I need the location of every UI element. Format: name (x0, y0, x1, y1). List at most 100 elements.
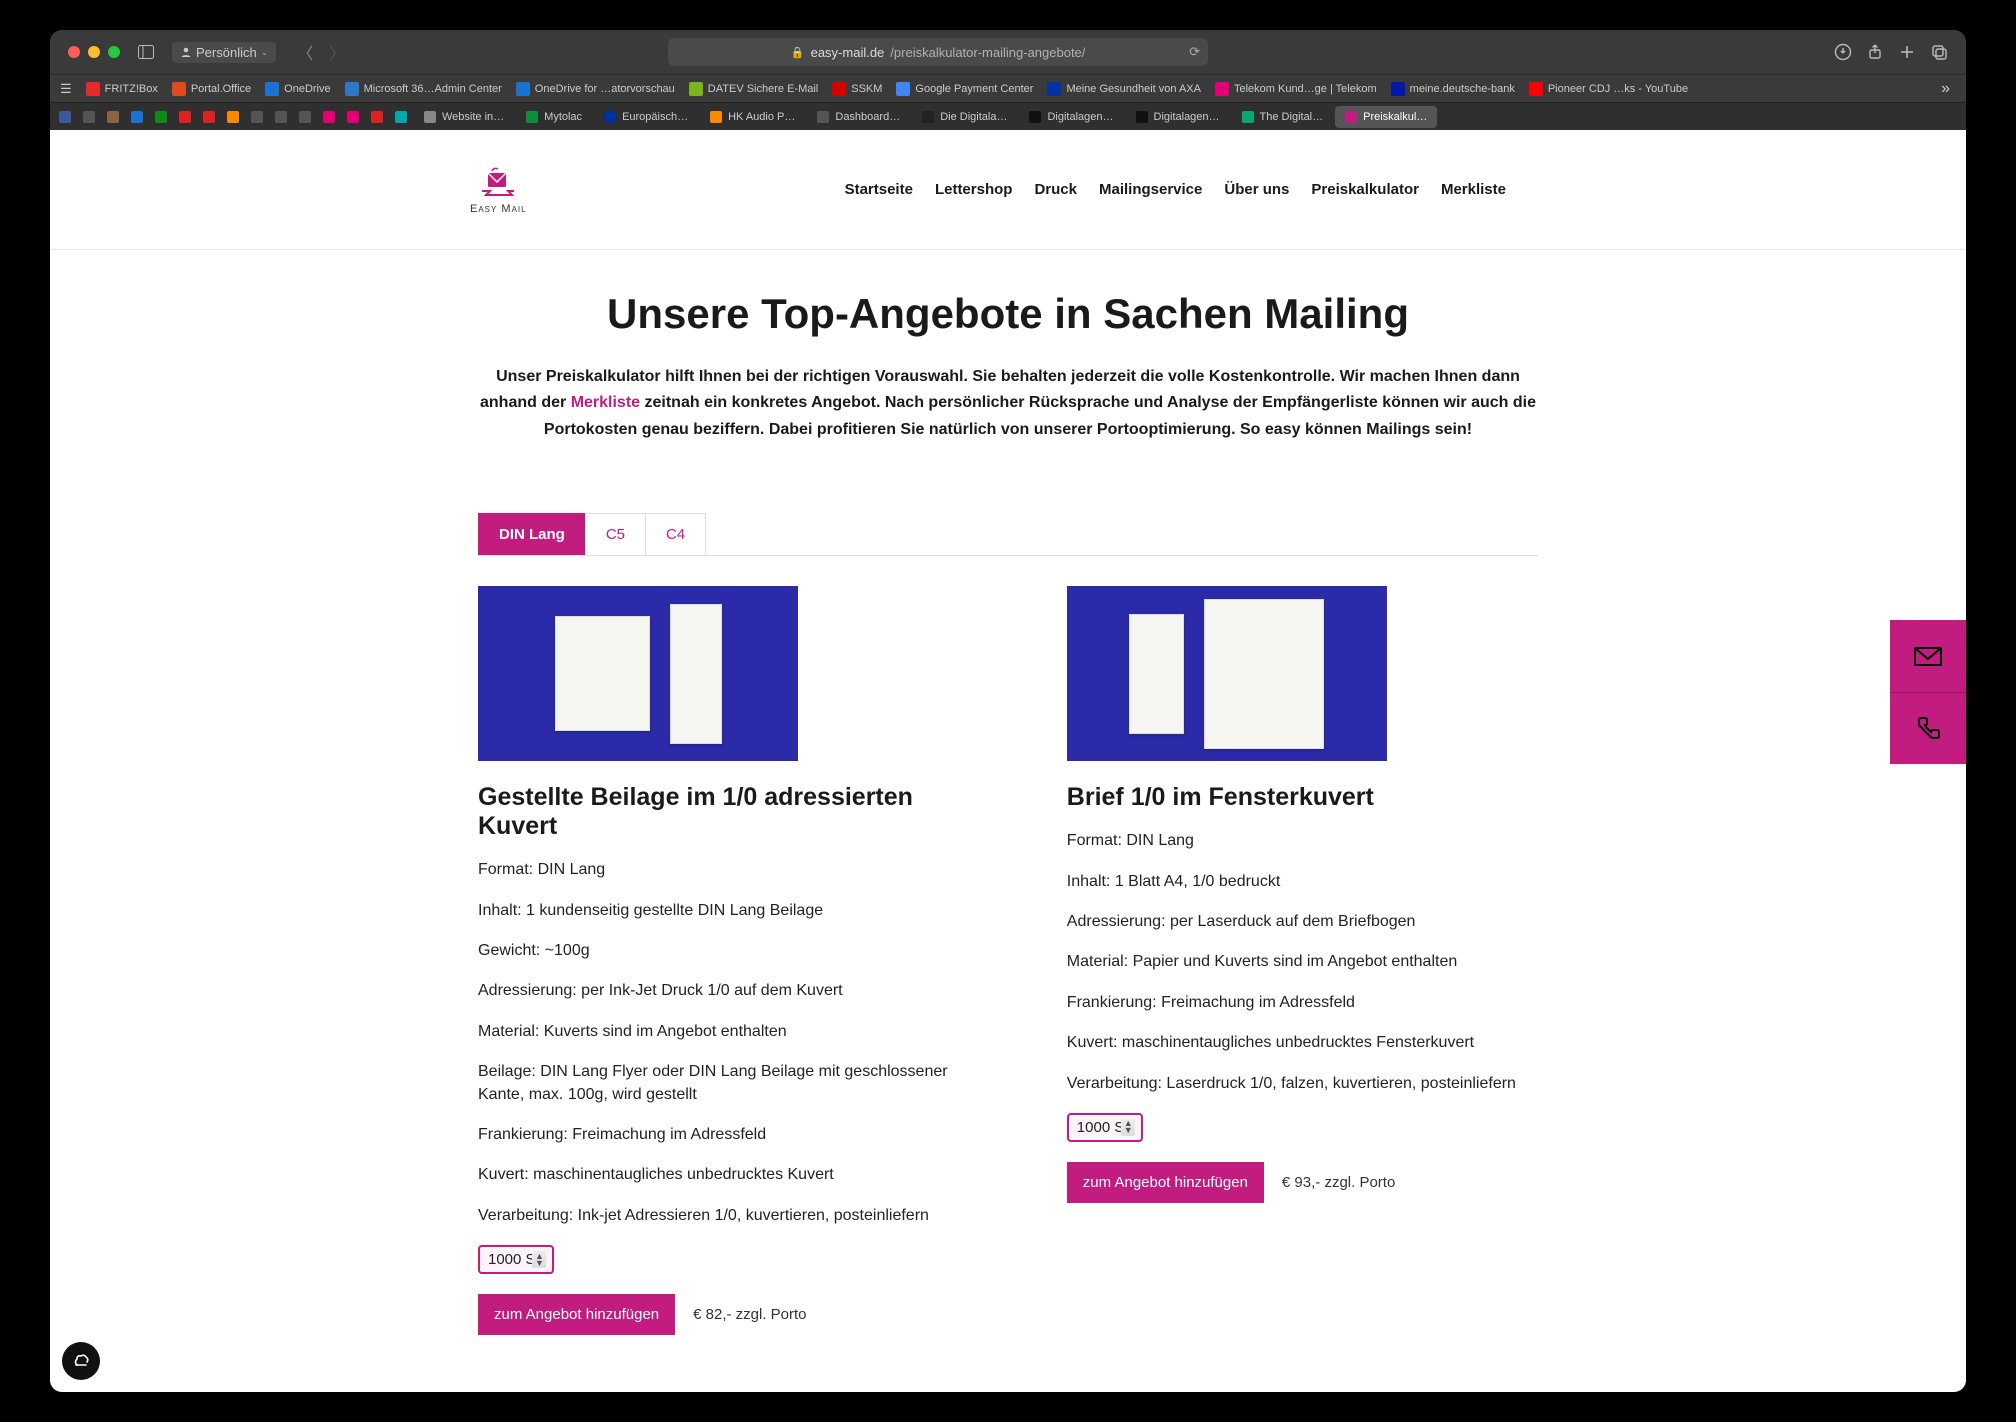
nav-link[interactable]: Lettershop (935, 181, 1013, 198)
favorite-label: Google Payment Center (915, 83, 1033, 95)
favorite-label: DATEV Sichere E-Mail (708, 83, 818, 95)
browser-tab[interactable]: Die Digitala… (912, 106, 1017, 128)
format-tab[interactable]: C5 (585, 513, 646, 555)
pinned-tab[interactable] (150, 107, 172, 127)
tab-label: Preiskalkul… (1363, 111, 1427, 123)
browser-tab[interactable]: Mytolac (516, 106, 592, 128)
pinned-tab[interactable] (270, 107, 292, 127)
browser-tab[interactable]: Website in… (414, 106, 514, 128)
merkliste-link[interactable]: Merkliste (571, 394, 640, 411)
pinned-tab[interactable] (294, 107, 316, 127)
intro-part: Unser (496, 368, 546, 385)
pinned-tab[interactable] (222, 107, 244, 127)
page: Easy Mail Startseite Lettershop Druck Maili… (50, 130, 1966, 1392)
nav-link[interactable]: Druck (1034, 181, 1077, 198)
nav-link[interactable]: Mailingservice (1099, 181, 1202, 198)
logo-text: Easy Mail (470, 203, 527, 215)
url-bar[interactable]: 🔒 easy-mail.de/preiskalkulator-mailing-a… (668, 38, 1208, 66)
favorite-item[interactable]: SSKM (832, 82, 882, 96)
favorite-item[interactable]: Pioneer CDJ …ks - YouTube (1529, 82, 1688, 96)
product-image (478, 586, 798, 761)
contact-phone-button[interactable] (1890, 692, 1966, 764)
browser-tab[interactable]: Dashboard… (807, 106, 910, 128)
product-spec: Beilage: DIN Lang Flyer oder DIN Lang Be… (478, 1061, 987, 1106)
stepper-icon: ▲▼ (1124, 1120, 1133, 1134)
tab-label: Dashboard… (835, 111, 900, 123)
format-tab[interactable]: C4 (645, 513, 706, 555)
reload-icon[interactable]: ⟳ (1189, 44, 1200, 60)
profile-button[interactable]: Persönlich ⌄ (172, 42, 276, 63)
favorites-overflow[interactable]: » (1935, 80, 1956, 98)
add-to-offer-button[interactable]: zum Angebot hinzufügen (478, 1294, 675, 1335)
tab-label: The Digital… (1260, 111, 1324, 123)
cookie-settings-button[interactable] (62, 1342, 100, 1380)
close-window[interactable] (68, 46, 80, 58)
favorite-item[interactable]: FRITZ!Box (86, 82, 158, 96)
site-logo[interactable]: Easy Mail (470, 165, 527, 215)
favorite-item[interactable]: Google Payment Center (896, 82, 1033, 96)
favorite-label: Microsoft 36…Admin Center (364, 83, 502, 95)
pinned-tab[interactable] (54, 107, 76, 127)
pinned-tab[interactable] (102, 107, 124, 127)
browser-tab[interactable]: Europäisch… (594, 106, 698, 128)
window-controls (68, 46, 120, 58)
side-contact (1890, 620, 1966, 764)
browser-tab[interactable]: The Digital… (1232, 106, 1334, 128)
pinned-tab[interactable] (174, 107, 196, 127)
favorite-item[interactable]: OneDrive for …atorvorschau (516, 82, 675, 96)
sidebar-toggle-icon[interactable] (130, 42, 162, 62)
tab-label: HK Audio P… (728, 111, 795, 123)
pinned-tab[interactable] (246, 107, 268, 127)
contact-email-button[interactable] (1890, 620, 1966, 692)
favorites-menu-icon[interactable]: ☰ (60, 81, 72, 97)
browser-tab[interactable]: Digitalagen… (1126, 106, 1230, 128)
browser-tab[interactable]: Digitalagen… (1019, 106, 1123, 128)
share-icon[interactable] (1866, 43, 1884, 61)
favorite-item[interactable]: Telekom Kund…ge | Telekom (1215, 82, 1377, 96)
downloads-icon[interactable] (1834, 43, 1852, 61)
product-spec: Adressierung: per Ink-Jet Druck 1/0 auf … (478, 980, 987, 1002)
browser-tab[interactable]: HK Audio P… (700, 106, 805, 128)
pinned-tab[interactable] (198, 107, 220, 127)
browser-tab[interactable]: Preiskalkul… (1335, 106, 1437, 128)
favorite-label: OneDrive (284, 83, 330, 95)
favorite-item[interactable]: DATEV Sichere E-Mail (689, 82, 818, 96)
tab-label: Europäisch… (622, 111, 688, 123)
favorite-label: Telekom Kund…ge | Telekom (1234, 83, 1377, 95)
nav-link[interactable]: Preiskalkulator (1311, 181, 1419, 198)
favorite-label: meine.deutsche-bank (1410, 83, 1515, 95)
favorite-item[interactable]: Portal.Office (172, 82, 251, 96)
nav-link[interactable]: Über uns (1224, 181, 1289, 198)
minimize-window[interactable] (88, 46, 100, 58)
favorite-label: Meine Gesundheit von AXA (1066, 83, 1201, 95)
tab-label: Die Digitala… (940, 111, 1007, 123)
new-tab-icon[interactable] (1898, 43, 1916, 61)
favorite-item[interactable]: meine.deutsche-bank (1391, 82, 1515, 96)
action-row: zum Angebot hinzufügen € 93,- zzgl. Porto (1067, 1162, 1576, 1203)
product-spec: Gewicht: ~100g (478, 940, 987, 962)
product-spec: Adressierung: per Laserduck auf dem Brie… (1067, 911, 1576, 933)
nav-link[interactable]: Merkliste (1441, 181, 1506, 198)
favorite-item[interactable]: OneDrive (265, 82, 330, 96)
quantity-select[interactable]: 1000 St.▲▼ (1067, 1113, 1143, 1142)
pinned-tab[interactable] (318, 107, 340, 127)
product-spec: Format: DIN Lang (1067, 830, 1576, 852)
product-price: € 93,- zzgl. Porto (1282, 1174, 1395, 1191)
favorite-item[interactable]: Microsoft 36…Admin Center (345, 82, 502, 96)
favorite-item[interactable]: Meine Gesundheit von AXA (1047, 82, 1201, 96)
pinned-tab[interactable] (390, 107, 412, 127)
add-to-offer-button[interactable]: zum Angebot hinzufügen (1067, 1162, 1264, 1203)
format-tab[interactable]: DIN Lang (478, 513, 586, 555)
nav-link[interactable]: Startseite (845, 181, 913, 198)
pinned-tab[interactable] (342, 107, 364, 127)
pinned-tab[interactable] (78, 107, 100, 127)
tabs-overview-icon[interactable] (1930, 43, 1948, 61)
product-spec: Verarbeitung: Ink-jet Adressieren 1/0, k… (478, 1205, 987, 1227)
quantity-select[interactable]: 1000 St.▲▼ (478, 1245, 554, 1274)
maximize-window[interactable] (108, 46, 120, 58)
back-button[interactable]: 〈 (292, 39, 318, 65)
forward-button[interactable]: 〉 (324, 39, 350, 65)
pinned-tab[interactable] (366, 107, 388, 127)
pinned-tab[interactable] (126, 107, 148, 127)
tab-label: Mytolac (544, 111, 582, 123)
